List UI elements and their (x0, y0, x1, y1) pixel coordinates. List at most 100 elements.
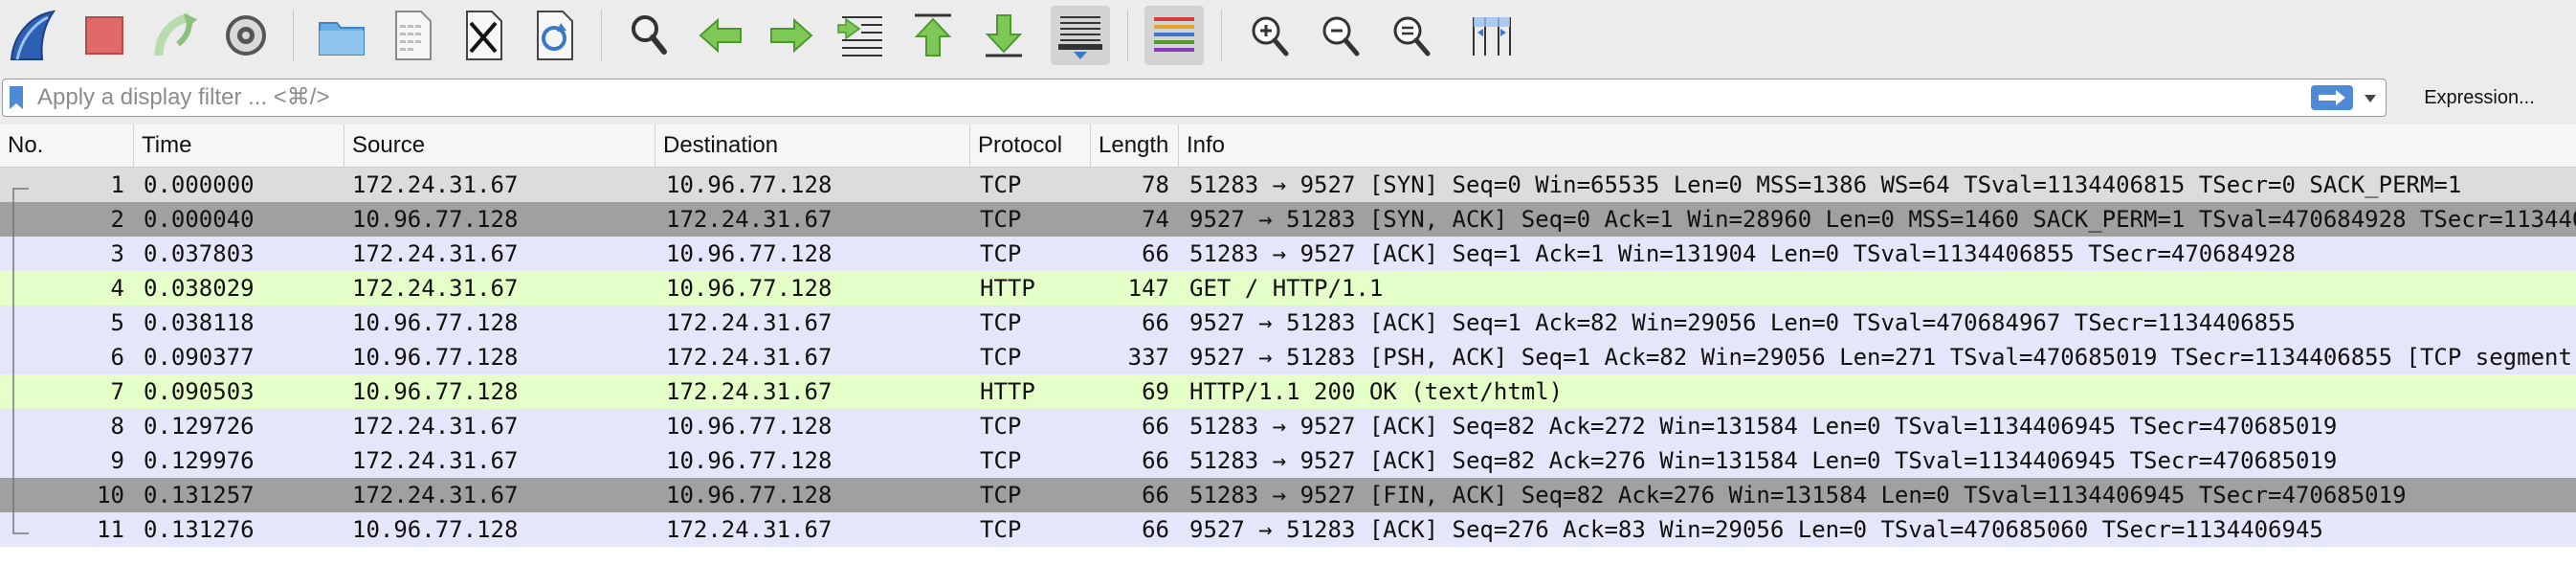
packet-time: 0.038118 (144, 309, 255, 336)
packet-destination: 172.24.31.67 (666, 206, 833, 233)
go-forward-icon[interactable] (762, 6, 821, 65)
first-packet-icon[interactable] (903, 6, 963, 65)
packet-no: 1 (110, 171, 124, 198)
packet-row[interactable]: 3 0.037803 172.24.31.67 10.96.77.128 TCP 66 51… (0, 237, 2576, 271)
packet-info: 51283 → 9527 [SYN] Seq=0 Win=65535 Len=0… (1189, 171, 2462, 198)
packet-info: 51283 → 9527 [ACK] Seq=1 Ack=1 Win=13190… (1189, 240, 2296, 267)
column-header-protocol[interactable]: Protocol (970, 124, 1091, 167)
packet-protocol: TCP (980, 447, 1022, 474)
packet-time: 0.131276 (144, 516, 255, 543)
packet-protocol: TCP (980, 482, 1022, 509)
display-filter-box (2, 79, 2387, 117)
packet-length: 66 (1142, 413, 1169, 440)
reload-file-icon[interactable] (524, 6, 584, 65)
display-filter-bar: Expression... (0, 71, 2576, 125)
autoscroll-icon[interactable] (1051, 6, 1110, 65)
packet-time: 0.037803 (144, 240, 255, 267)
packet-no: 2 (110, 206, 124, 233)
apply-filter-button[interactable] (2311, 85, 2353, 110)
packet-length: 66 (1142, 482, 1169, 509)
find-packet-icon[interactable] (620, 6, 679, 65)
last-packet-icon[interactable] (974, 6, 1033, 65)
save-file-icon[interactable] (383, 6, 442, 65)
packet-source: 10.96.77.128 (352, 378, 519, 405)
stop-capture-icon[interactable] (75, 6, 134, 65)
packet-source: 10.96.77.128 (352, 344, 519, 371)
column-header-time[interactable]: Time (134, 124, 344, 167)
packet-info: 9527 → 51283 [PSH, ACK] Seq=1 Ack=82 Win… (1189, 344, 2576, 371)
packet-time: 0.090503 (144, 378, 255, 405)
packet-source: 172.24.31.67 (352, 240, 519, 267)
start-capture-icon[interactable] (4, 6, 63, 65)
toolbar-separator (1221, 10, 1222, 61)
packet-destination: 10.96.77.128 (666, 413, 833, 440)
go-back-icon[interactable] (691, 6, 750, 65)
packet-time: 0.000040 (144, 206, 255, 233)
packet-destination: 10.96.77.128 (666, 240, 833, 267)
bookmark-icon[interactable] (7, 85, 26, 110)
resize-columns-icon[interactable] (1462, 6, 1521, 65)
packet-no: 9 (110, 447, 124, 474)
packet-row[interactable]: 11 0.131276 10.96.77.128 172.24.31.67 TCP 66 9… (0, 512, 2576, 547)
packet-length: 78 (1142, 171, 1169, 198)
packet-destination: 172.24.31.67 (666, 516, 833, 543)
packet-info: 9527 → 51283 [SYN, ACK] Seq=0 Ack=1 Win=… (1189, 206, 2576, 233)
chevron-down-icon[interactable] (2363, 92, 2378, 103)
open-file-icon[interactable] (312, 6, 371, 65)
packet-destination: 10.96.77.128 (666, 171, 833, 198)
capture-options-icon[interactable] (216, 6, 276, 65)
column-header-info[interactable]: Info (1179, 124, 2576, 167)
packet-protocol: HTTP (980, 275, 1035, 302)
zoom-in-icon[interactable] (1240, 6, 1299, 65)
packet-info: 9527 → 51283 [ACK] Seq=276 Ack=83 Win=29… (1189, 516, 2323, 543)
packet-info: 51283 → 9527 [ACK] Seq=82 Ack=272 Win=13… (1189, 413, 2338, 440)
packet-row[interactable]: 9 0.129976 172.24.31.67 10.96.77.128 TCP 66 51… (0, 443, 2576, 478)
column-header-length[interactable]: Length (1091, 124, 1179, 167)
toolbar-separator (1127, 10, 1128, 61)
packet-no: 4 (110, 275, 124, 302)
column-header-source[interactable]: Source (344, 124, 655, 167)
packet-time: 0.129726 (144, 413, 255, 440)
packet-row[interactable]: 4 0.038029 172.24.31.67 10.96.77.128 HTTP 147… (0, 271, 2576, 305)
zoom-out-icon[interactable] (1311, 6, 1370, 65)
packet-time: 0.000000 (144, 171, 255, 198)
packet-length: 69 (1142, 378, 1169, 405)
packet-row[interactable]: 8 0.129726 172.24.31.67 10.96.77.128 TCP 66 51… (0, 409, 2576, 443)
display-filter-input[interactable] (35, 81, 2288, 114)
packet-row[interactable]: 2 0.000040 10.96.77.128 172.24.31.67 TCP 74 95… (0, 202, 2576, 237)
packet-source: 172.24.31.67 (352, 275, 519, 302)
close-file-icon[interactable] (454, 6, 513, 65)
column-header-no[interactable]: No. (0, 124, 134, 167)
packet-row[interactable]: 7 0.090503 10.96.77.128 172.24.31.67 HTTP 69 H… (0, 374, 2576, 409)
packet-destination: 10.96.77.128 (666, 482, 833, 509)
packet-row[interactable]: 5 0.038118 10.96.77.128 172.24.31.67 TCP 66 95… (0, 305, 2576, 340)
colorize-icon[interactable] (1144, 6, 1204, 65)
packet-info: GET / HTTP/1.1 (1189, 275, 1384, 302)
normal-size-icon[interactable] (1382, 6, 1441, 65)
column-header-destination[interactable]: Destination (655, 124, 970, 167)
packet-time: 0.129976 (144, 447, 255, 474)
packet-info: HTTP/1.1 200 OK (text/html) (1189, 378, 1564, 405)
packet-row[interactable]: 10 0.131257 172.24.31.67 10.96.77.128 TCP 66 5… (0, 478, 2576, 512)
go-to-packet-icon[interactable] (833, 6, 892, 65)
packet-protocol: TCP (980, 309, 1022, 336)
packet-length: 66 (1142, 309, 1169, 336)
packet-info: 9527 → 51283 [ACK] Seq=1 Ack=82 Win=2905… (1189, 309, 2296, 336)
packet-time: 0.131257 (144, 482, 255, 509)
packet-source: 172.24.31.67 (352, 171, 519, 198)
packet-time: 0.038029 (144, 275, 255, 302)
packet-info: 51283 → 9527 [FIN, ACK] Seq=82 Ack=276 W… (1189, 482, 2407, 509)
packet-no: 3 (110, 240, 124, 267)
packet-protocol: TCP (980, 240, 1022, 267)
packet-protocol: TCP (980, 344, 1022, 371)
packet-protocol: TCP (980, 206, 1022, 233)
packet-destination: 172.24.31.67 (666, 378, 833, 405)
packet-source: 10.96.77.128 (352, 309, 519, 336)
packet-destination: 10.96.77.128 (666, 447, 833, 474)
packet-row[interactable]: 6 0.090377 10.96.77.128 172.24.31.67 TCP 337 9… (0, 340, 2576, 374)
main-toolbar (0, 0, 2576, 72)
packet-row[interactable]: 1 0.000000 172.24.31.67 10.96.77.128 TCP 78 51… (0, 168, 2576, 202)
expression-button[interactable]: Expression... (2398, 80, 2561, 115)
restart-capture-icon[interactable] (145, 6, 205, 65)
toolbar-separator (601, 10, 602, 61)
